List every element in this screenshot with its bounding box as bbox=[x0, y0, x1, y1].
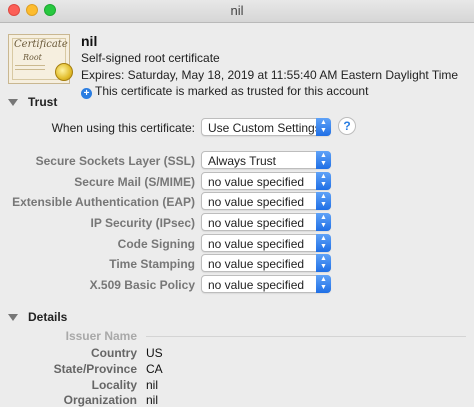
detail-value: nil bbox=[146, 378, 159, 392]
trust-row-label: Code Signing bbox=[117, 237, 195, 251]
when-using-value: Use Custom Settings bbox=[208, 121, 321, 135]
trust-row-value: no value specified bbox=[208, 195, 305, 209]
trust-row-value: no value specified bbox=[208, 216, 305, 230]
plus-circle-icon: + bbox=[81, 88, 92, 99]
trust-row-value: no value specified bbox=[208, 175, 305, 189]
issuer-name-label: Issuer Name bbox=[65, 329, 137, 343]
trusted-note-text: This certificate is marked as trusted fo… bbox=[95, 84, 369, 98]
trust-row-label: Secure Mail (S/MIME) bbox=[74, 175, 195, 189]
trust-time-stamping-popup[interactable]: no value specified ▲ ▼ bbox=[201, 254, 331, 272]
details-section-header[interactable]: Details bbox=[8, 310, 67, 324]
certificate-type: Self-signed root certificate bbox=[81, 51, 220, 65]
help-button[interactable]: ? bbox=[338, 117, 356, 135]
trust-section-label: Trust bbox=[28, 95, 58, 109]
popup-chevron-icon: ▲ ▼ bbox=[316, 192, 331, 210]
detail-label: State/Province bbox=[53, 362, 137, 376]
trust-row-label: IP Security (IPsec) bbox=[90, 216, 196, 230]
trust-row-label: Time Stamping bbox=[109, 257, 195, 271]
window-title: nil bbox=[230, 3, 244, 18]
detail-value: CA bbox=[146, 362, 163, 376]
when-using-popup[interactable]: Use Custom Settings ▲ ▼ bbox=[201, 118, 331, 136]
popup-chevron-icon: ▲ ▼ bbox=[316, 275, 331, 293]
popup-chevron-icon: ▲ ▼ bbox=[316, 151, 331, 169]
popup-chevron-icon: ▲ ▼ bbox=[316, 213, 331, 231]
popup-chevron-icon: ▲ ▼ bbox=[316, 172, 331, 190]
disclosure-triangle-icon[interactable] bbox=[8, 99, 18, 106]
trust-row-label: Secure Sockets Layer (SSL) bbox=[35, 154, 195, 168]
popup-chevron-icon: ▲ ▼ bbox=[316, 234, 331, 252]
certificate-icon-title: Certificate bbox=[14, 39, 68, 50]
trust-row-label: Extensible Authentication (EAP) bbox=[12, 195, 195, 209]
popup-chevron-icon: ▲ ▼ bbox=[316, 254, 331, 272]
trust-row-label: X.509 Basic Policy bbox=[89, 278, 195, 292]
trusted-note: + This certificate is marked as trusted f… bbox=[81, 84, 368, 99]
certificate-expiration: Expires: Saturday, May 18, 2019 at 11:55… bbox=[81, 68, 459, 82]
detail-label: Organization bbox=[63, 393, 137, 407]
title-bar: nil bbox=[0, 0, 474, 23]
certificate-seal-icon bbox=[55, 63, 73, 81]
trust-row-value: no value specified bbox=[208, 257, 305, 271]
detail-value: US bbox=[146, 346, 163, 360]
when-using-label: When using this certificate: bbox=[51, 121, 195, 135]
trust-row-value: no value specified bbox=[208, 278, 305, 292]
detail-label: Locality bbox=[91, 378, 137, 392]
issuer-divider bbox=[146, 336, 466, 337]
certificate-icon-lines bbox=[15, 65, 45, 66]
disclosure-triangle-icon[interactable] bbox=[8, 314, 18, 321]
certificate-icon-root: Root bbox=[23, 53, 42, 62]
trust-section-header[interactable]: Trust bbox=[8, 95, 57, 109]
detail-value: nil bbox=[146, 393, 159, 407]
certificate-name: nil bbox=[81, 33, 98, 49]
trust-ssl-popup[interactable]: Always Trust ▲ ▼ bbox=[201, 151, 331, 169]
popup-chevron-icon: ▲ ▼ bbox=[316, 118, 331, 136]
trust-smime-popup[interactable]: no value specified ▲ ▼ bbox=[201, 172, 331, 190]
certificate-icon: Certificate Root bbox=[8, 34, 73, 84]
detail-label: Country bbox=[91, 346, 137, 360]
details-section-label: Details bbox=[28, 310, 68, 324]
trust-ipsec-popup[interactable]: no value specified ▲ ▼ bbox=[201, 213, 331, 231]
trust-row-value: no value specified bbox=[208, 237, 305, 251]
trust-eap-popup[interactable]: no value specified ▲ ▼ bbox=[201, 192, 331, 210]
certificate-content: Certificate Root nil Self-signed root ce… bbox=[0, 23, 474, 407]
trust-x509-popup[interactable]: no value specified ▲ ▼ bbox=[201, 275, 331, 293]
trust-code-signing-popup[interactable]: no value specified ▲ ▼ bbox=[201, 234, 331, 252]
trust-row-value: Always Trust bbox=[208, 154, 277, 168]
